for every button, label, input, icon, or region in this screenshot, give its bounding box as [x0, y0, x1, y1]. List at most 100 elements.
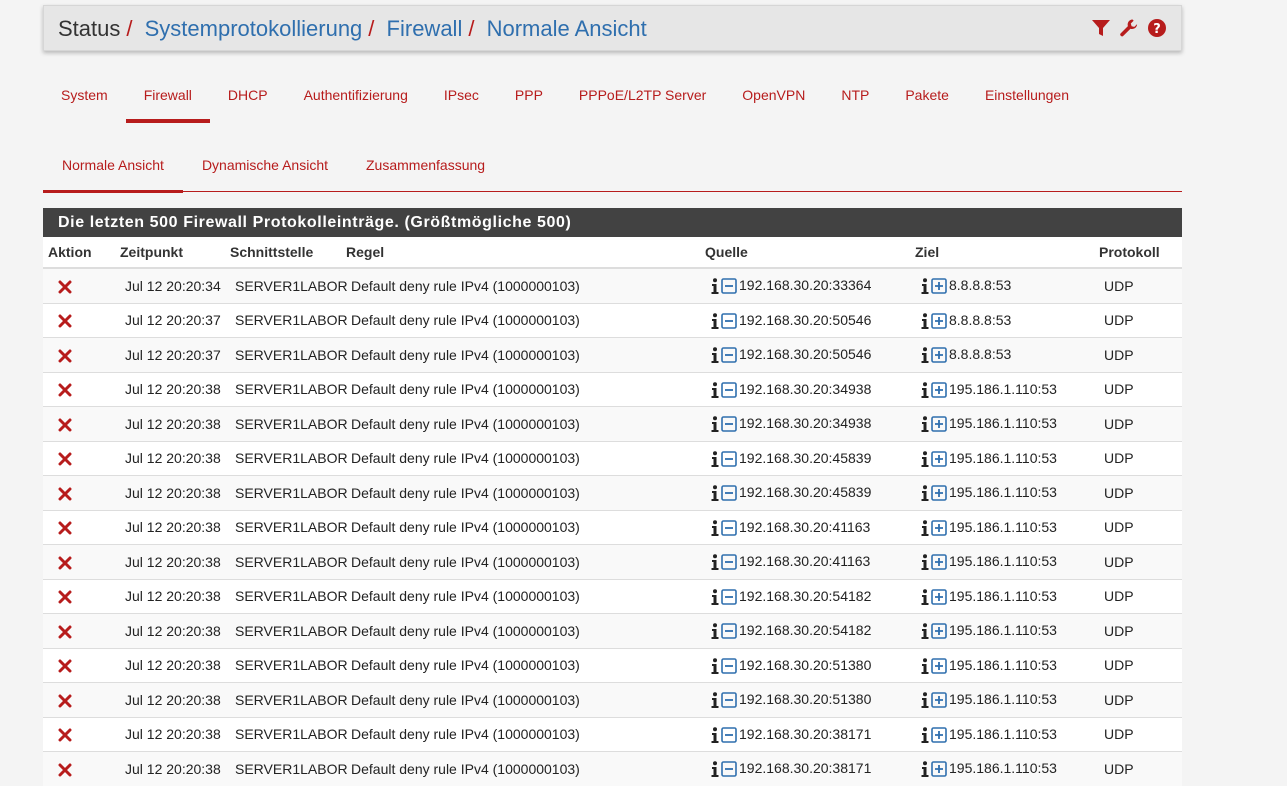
info-icon[interactable]	[711, 313, 719, 329]
rule-cell[interactable]: Default deny rule IPv4 (1000000103)	[341, 509, 700, 545]
info-icon[interactable]	[711, 554, 719, 571]
wrench-icon[interactable]	[1119, 18, 1139, 38]
tab-dhcp[interactable]: DHCP	[210, 80, 286, 123]
column-header-regel[interactable]: Regel	[341, 237, 700, 269]
block-action-icon[interactable]	[58, 314, 72, 328]
rule-cell[interactable]: Default deny rule IPv4 (1000000103)	[341, 302, 700, 338]
info-icon[interactable]	[921, 451, 929, 467]
info-icon[interactable]	[921, 520, 929, 536]
rule-cell[interactable]: Default deny rule IPv4 (1000000103)	[341, 716, 700, 752]
rule-cell[interactable]: Default deny rule IPv4 (1000000103)	[341, 578, 700, 614]
block-action-icon[interactable]	[58, 659, 72, 673]
block-action-icon[interactable]	[58, 625, 72, 639]
rule-cell[interactable]: Default deny rule IPv4 (1000000103)	[341, 475, 700, 510]
block-action-icon[interactable]	[58, 349, 72, 363]
rule-cell[interactable]: Default deny rule IPv4 (1000000103)	[341, 371, 700, 407]
info-icon[interactable]	[921, 554, 929, 571]
breadcrumb-link-normale-ansicht[interactable]: Normale Ansicht	[487, 16, 647, 41]
pass-destination-plus-icon[interactable]	[931, 727, 947, 743]
pass-destination-plus-icon[interactable]	[931, 485, 947, 502]
info-icon[interactable]	[711, 761, 719, 778]
info-icon[interactable]	[921, 278, 929, 295]
block-action-icon[interactable]	[58, 728, 72, 742]
block-action-icon[interactable]	[58, 383, 72, 397]
block-source-minus-icon[interactable]	[721, 761, 737, 778]
pass-destination-plus-icon[interactable]	[931, 554, 947, 571]
info-icon[interactable]	[711, 451, 719, 467]
info-icon[interactable]	[711, 347, 719, 364]
info-icon[interactable]	[921, 485, 929, 502]
tab-normale-ansicht[interactable]: Normale Ansicht	[43, 150, 183, 193]
info-icon[interactable]	[711, 727, 719, 743]
block-action-icon[interactable]	[58, 280, 72, 294]
tab-openvpn[interactable]: OpenVPN	[724, 80, 823, 123]
column-header-schnittstelle[interactable]: Schnittstelle	[225, 237, 341, 269]
tab-firewall[interactable]: Firewall	[125, 80, 211, 123]
help-icon[interactable]: ?	[1147, 18, 1167, 38]
pass-destination-plus-icon[interactable]	[931, 416, 947, 433]
block-source-minus-icon[interactable]	[721, 451, 737, 467]
info-icon[interactable]	[921, 692, 929, 709]
info-icon[interactable]	[921, 382, 929, 398]
pass-destination-plus-icon[interactable]	[931, 623, 947, 640]
rule-cell[interactable]: Default deny rule IPv4 (1000000103)	[341, 406, 700, 441]
column-header-aktion[interactable]: Aktion	[43, 237, 115, 269]
pass-destination-plus-icon[interactable]	[931, 278, 947, 295]
pass-destination-plus-icon[interactable]	[931, 382, 947, 398]
info-icon[interactable]	[711, 623, 719, 640]
block-action-icon[interactable]	[58, 487, 72, 501]
rule-cell[interactable]: Default deny rule IPv4 (1000000103)	[341, 682, 700, 717]
block-source-minus-icon[interactable]	[721, 520, 737, 536]
filter-icon[interactable]	[1091, 18, 1111, 38]
tab-ipsec[interactable]: IPsec	[426, 80, 497, 123]
block-action-icon[interactable]	[58, 556, 72, 570]
info-icon[interactable]	[711, 278, 719, 295]
info-icon[interactable]	[921, 761, 929, 778]
block-source-minus-icon[interactable]	[721, 727, 737, 743]
tab-einstellungen[interactable]: Einstellungen	[967, 80, 1087, 123]
tab-ntp[interactable]: NTP	[823, 80, 887, 123]
block-source-minus-icon[interactable]	[721, 278, 737, 295]
column-header-protokoll[interactable]: Protokoll	[1094, 237, 1182, 269]
block-action-icon[interactable]	[58, 590, 72, 604]
pass-destination-plus-icon[interactable]	[931, 761, 947, 778]
block-action-icon[interactable]	[58, 521, 72, 535]
rule-cell[interactable]: Default deny rule IPv4 (1000000103)	[341, 613, 700, 648]
info-icon[interactable]	[921, 347, 929, 364]
info-icon[interactable]	[711, 692, 719, 709]
column-header-ziel[interactable]: Ziel	[910, 237, 1094, 269]
block-source-minus-icon[interactable]	[721, 623, 737, 640]
rule-cell[interactable]: Default deny rule IPv4 (1000000103)	[341, 751, 700, 786]
block-source-minus-icon[interactable]	[721, 692, 737, 709]
pass-destination-plus-icon[interactable]	[931, 520, 947, 536]
block-action-icon[interactable]	[58, 452, 72, 466]
tab-pakete[interactable]: Pakete	[887, 80, 967, 123]
tab-authentifizierung[interactable]: Authentifizierung	[286, 80, 426, 123]
pass-destination-plus-icon[interactable]	[931, 313, 947, 329]
block-source-minus-icon[interactable]	[721, 382, 737, 398]
info-icon[interactable]	[921, 313, 929, 329]
block-source-minus-icon[interactable]	[721, 485, 737, 502]
block-source-minus-icon[interactable]	[721, 658, 737, 674]
pass-destination-plus-icon[interactable]	[931, 347, 947, 364]
breadcrumb-link-systemprotokollierung[interactable]: Systemprotokollierung	[145, 16, 363, 41]
info-icon[interactable]	[921, 416, 929, 433]
tab-ppp[interactable]: PPP	[497, 80, 561, 123]
info-icon[interactable]	[711, 520, 719, 536]
rule-cell[interactable]: Default deny rule IPv4 (1000000103)	[341, 440, 700, 476]
tab-dynamische-ansicht[interactable]: Dynamische Ansicht	[183, 150, 347, 192]
block-source-minus-icon[interactable]	[721, 589, 737, 605]
pass-destination-plus-icon[interactable]	[931, 589, 947, 605]
pass-destination-plus-icon[interactable]	[931, 658, 947, 674]
tab-zusammenfassung[interactable]: Zusammenfassung	[347, 150, 504, 192]
tab-pppoe-l2tp-server[interactable]: PPPoE/L2TP Server	[561, 80, 724, 123]
rule-cell[interactable]: Default deny rule IPv4 (1000000103)	[341, 337, 700, 372]
block-source-minus-icon[interactable]	[721, 347, 737, 364]
block-source-minus-icon[interactable]	[721, 313, 737, 329]
info-icon[interactable]	[711, 485, 719, 502]
info-icon[interactable]	[921, 623, 929, 640]
info-icon[interactable]	[711, 589, 719, 605]
block-action-icon[interactable]	[58, 694, 72, 708]
block-source-minus-icon[interactable]	[721, 554, 737, 571]
rule-cell[interactable]: Default deny rule IPv4 (1000000103)	[341, 647, 700, 683]
